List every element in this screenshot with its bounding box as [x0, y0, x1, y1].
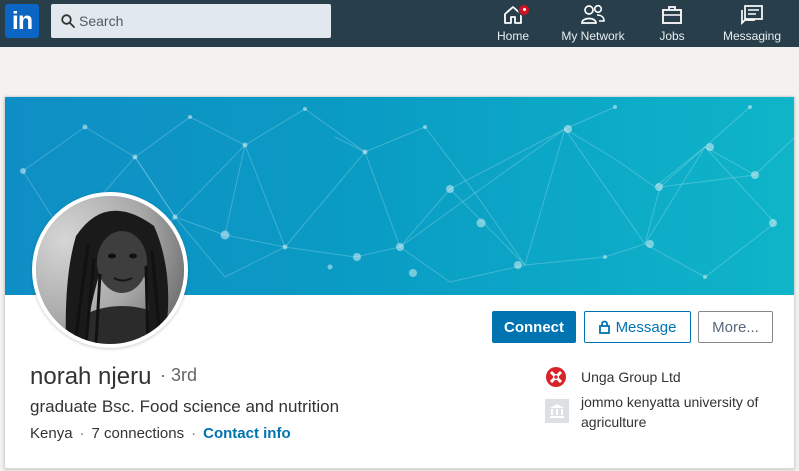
profile-photo-image — [36, 196, 184, 344]
connections-count[interactable]: 7 connections — [92, 425, 185, 442]
nav-home-label: Home — [496, 29, 529, 43]
message-button-label: Message — [615, 318, 677, 336]
separator: · — [79, 425, 85, 442]
nav-messaging-label: Messaging — [722, 29, 782, 43]
school-placeholder-icon — [545, 399, 569, 423]
top-navigation-bar: in Home My Network Jobs — [0, 0, 799, 47]
connect-button[interactable]: Connect — [492, 311, 576, 343]
nav-my-network-label: My Network — [561, 29, 625, 43]
separator: · — [191, 425, 197, 442]
profile-meta: Kenya · 7 connections · Contact info — [30, 425, 291, 442]
connection-degree: · 3rd — [160, 365, 198, 385]
search-input[interactable] — [77, 4, 327, 38]
notification-badge — [518, 4, 530, 16]
briefcase-icon — [662, 6, 682, 24]
nav-home[interactable]: Home — [494, 4, 532, 44]
nav-jobs[interactable]: Jobs — [652, 4, 692, 44]
nav-messaging[interactable]: Messaging — [720, 4, 784, 44]
profile-photo[interactable] — [32, 192, 188, 348]
nav-my-network[interactable]: My Network — [557, 4, 629, 44]
lock-icon — [598, 320, 610, 334]
education-school[interactable]: jommo kenyatta university of agriculture — [545, 391, 785, 431]
profile-location: Kenya — [30, 425, 73, 442]
messaging-icon — [741, 5, 763, 26]
unga-logo — [546, 367, 566, 387]
search-icon — [61, 14, 75, 28]
linkedin-logo[interactable]: in — [5, 4, 39, 38]
connection-degree-value: 3rd — [171, 365, 198, 385]
current-company-name: Unga Group Ltd — [581, 369, 681, 385]
profile-headline: graduate Bsc. Food science and nutrition — [30, 397, 340, 416]
network-icon — [581, 4, 605, 24]
contact-info-link[interactable]: Contact info — [203, 425, 291, 442]
nav-jobs-label: Jobs — [659, 29, 685, 43]
search-box[interactable] — [51, 4, 331, 38]
education-school-name: jommo kenyatta university of agriculture — [581, 394, 759, 430]
current-company[interactable]: Unga Group Ltd — [545, 366, 785, 388]
school-building-icon — [550, 404, 564, 418]
message-button[interactable]: Message — [584, 311, 691, 343]
more-button[interactable]: More... — [698, 311, 773, 343]
profile-name: norah njeru — [30, 363, 152, 390]
profile-card: Connect Message More... norah njeru · 3r… — [4, 96, 795, 469]
